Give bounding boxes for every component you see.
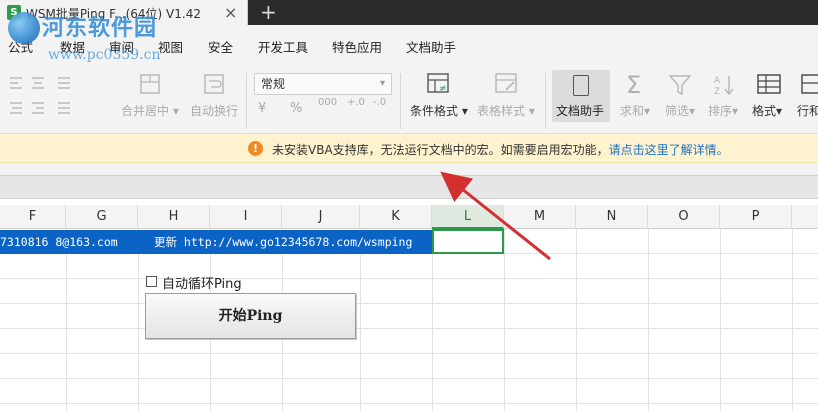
watermark-logo [8,12,40,44]
watermark-title: 河东软件园 [42,15,158,41]
column-header-j[interactable]: J [282,205,360,229]
document-icon [573,75,589,96]
grid-line [360,229,361,411]
grid-line [720,229,721,411]
auto-loop-label[interactable]: 自动循环Ping [162,273,242,292]
format-icon [757,74,781,94]
svg-text:Z: Z [714,87,720,97]
thousands-icon[interactable]: 000 [318,97,337,108]
sort-icon: A Z [714,76,734,97]
sum-button[interactable]: 求和▾ [620,102,650,119]
grid-line [576,229,577,411]
column-headers: F G H I J K L M N O P [0,205,818,229]
ribbon-separator [246,73,247,129]
svg-text:A: A [714,76,721,86]
macro-notice-bar: ! 未安装VBA支持库，无法运行文档中的宏。如需要启用宏功能，请点击这里了解详情… [0,134,818,163]
conditional-format-icon: ≠ [427,73,449,94]
notice-text: 未安装VBA支持库，无法运行文档中的宏。如需要启用宏功能，请点击这里了解详情。 [272,141,729,158]
menu-developer[interactable]: 开发工具 [258,37,308,56]
contact-email: 7310816 8@163.com [0,235,118,249]
column-header-m[interactable]: M [504,205,576,229]
ribbon-gap [0,163,818,175]
currency-icon[interactable]: ¥ [258,101,266,116]
menu-view[interactable]: 视图 [158,37,183,56]
doc-assistant-label: 文档助手 [556,104,605,118]
column-header-k[interactable]: K [360,205,432,229]
close-icon[interactable]: × [224,3,237,22]
number-format-select[interactable]: 常规 ▾ [254,73,392,95]
merge-center-button[interactable]: 合并居中 ▾ [121,102,179,119]
grid-line [66,229,67,411]
table-style-button[interactable]: 表格样式 ▾ [477,102,535,119]
increase-decimal-icon[interactable]: +.0 [347,97,365,108]
alignment-icons[interactable] [8,75,78,121]
conditional-format-button[interactable]: 条件格式 ▾ [410,102,468,119]
svg-text:≠: ≠ [439,84,447,94]
sum-icon: Σ [626,71,642,99]
filter-icon [668,75,692,96]
cell-grid[interactable] [0,229,818,411]
selected-cell[interactable] [432,229,504,254]
ribbon-toolbar: 合并居中 ▾ 自动换行 常规 ▾ ¥ % 000 +.0 -.0 ≠ 条件格式 ▾… [0,67,818,134]
sort-button[interactable]: 排序▾ [708,102,738,119]
column-header-n[interactable]: N [576,205,648,229]
percent-icon[interactable]: % [290,101,302,116]
table-style-icon [495,73,517,93]
info-row[interactable]: 7310816 8@163.com 更新 http://www.go123456… [0,230,432,254]
format-button[interactable]: 格式▾ [752,102,782,119]
doc-assistant-button[interactable]: 文档助手 [552,70,610,122]
formula-bar[interactable] [0,175,818,199]
menu-doc-assistant[interactable]: 文档助手 [406,37,456,56]
menu-features[interactable]: 特色应用 [332,37,382,56]
notice-message: 未安装VBA支持库，无法运行文档中的宏。如需要启用宏功能， [272,143,609,157]
notice-details-link[interactable]: 请点击这里了解详情。 [609,143,729,157]
column-header-l[interactable]: L [432,205,504,229]
column-header-f[interactable]: F [0,205,66,229]
grid-line [504,229,505,411]
auto-loop-checkbox[interactable] [146,276,157,287]
rows-cols-icon [801,74,818,94]
grid-line [432,229,433,411]
menu-security[interactable]: 安全 [208,37,233,56]
grid-line [792,229,793,411]
ribbon-separator [545,73,546,129]
column-header-p[interactable]: P [720,205,792,229]
column-header-o[interactable]: O [648,205,720,229]
filter-button[interactable]: 筛选▾ [665,102,695,119]
watermark-url: www.pc0359.cn [48,47,161,63]
new-tab-icon[interactable]: + [260,0,277,24]
update-link[interactable]: 更新 http://www.go12345678.com/wsmping [154,230,412,254]
ribbon-separator [400,73,401,129]
merge-center-icon [140,74,160,94]
column-header-i[interactable]: I [210,205,282,229]
auto-wrap-button[interactable]: 自动换行 [190,102,238,119]
column-header-g[interactable]: G [66,205,138,229]
warning-icon: ! [248,141,263,156]
auto-wrap-icon [204,74,224,94]
start-ping-button[interactable]: 开始Ping [145,293,356,339]
grid-line [138,229,139,411]
grid-line [648,229,649,411]
column-header-h[interactable]: H [138,205,210,229]
rows-cols-button[interactable]: 行和 [797,102,818,119]
decrease-decimal-icon[interactable]: -.0 [373,97,386,108]
